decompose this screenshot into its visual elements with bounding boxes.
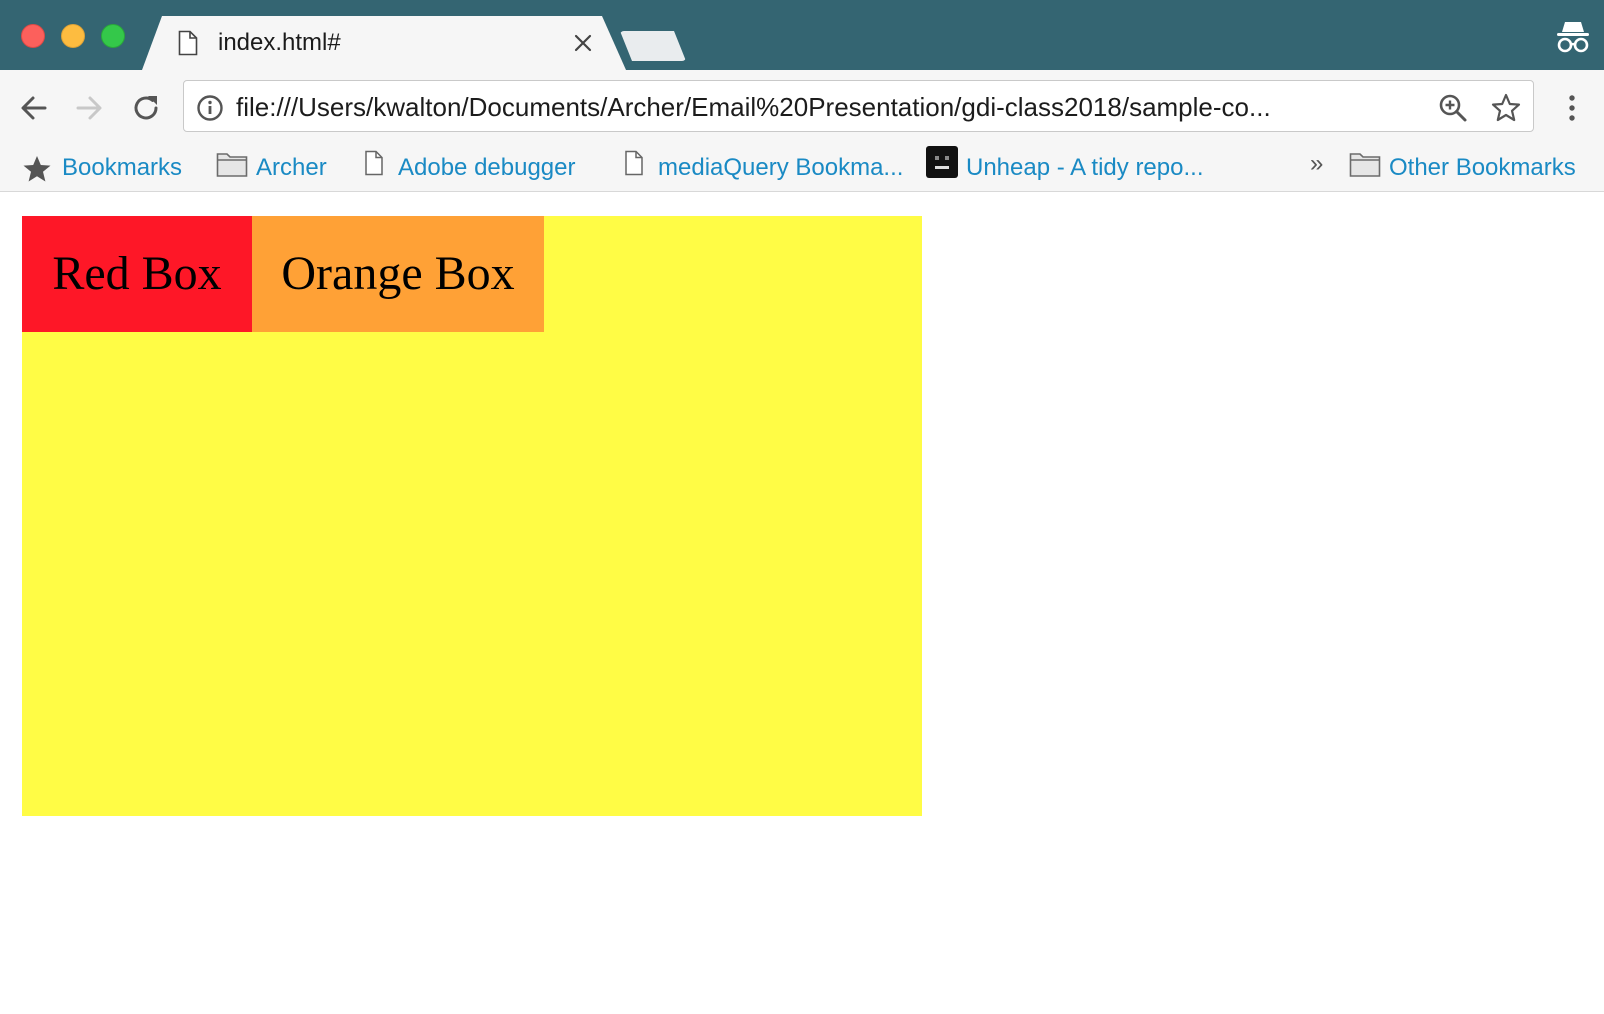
bookmark-item-mediaquery[interactable]: mediaQuery Bookma... <box>624 146 914 190</box>
bookmark-item-other-bookmarks[interactable]: Other Bookmarks <box>1349 146 1599 190</box>
window-maximize-button[interactable] <box>101 24 125 48</box>
url-text[interactable]: file:///Users/kwalton/Documents/Archer/E… <box>236 90 1406 124</box>
bookmark-label: mediaQuery Bookma... <box>658 154 904 181</box>
bookmark-label: Adobe debugger <box>398 154 576 181</box>
document-icon <box>625 150 643 176</box>
close-icon[interactable] <box>572 32 594 54</box>
bookmark-label: Unheap - A tidy repo... <box>966 154 1204 181</box>
bookmark-label: Other Bookmarks <box>1389 154 1576 181</box>
window-minimize-button[interactable] <box>61 24 85 48</box>
forward-arrow-icon[interactable] <box>72 91 106 125</box>
window-close-button[interactable] <box>21 24 45 48</box>
folder-icon <box>216 153 248 177</box>
red-box-label: Red Box <box>52 247 222 300</box>
bookmark-item-bookmarks[interactable]: Bookmarks <box>22 146 192 190</box>
zoom-in-icon[interactable] <box>1438 93 1468 123</box>
incognito-icon <box>1557 22 1589 53</box>
orange-box: Orange Box <box>252 216 544 332</box>
document-icon <box>178 30 198 56</box>
bookmark-item-adobe-debugger[interactable]: Adobe debugger <box>364 146 594 190</box>
document-icon <box>365 150 383 176</box>
unheap-favicon <box>926 146 958 178</box>
reload-icon[interactable] <box>129 91 163 125</box>
bookmark-item-unheap[interactable]: Unheap - A tidy repo... <box>926 146 1226 190</box>
bookmark-star-icon[interactable] <box>1490 92 1522 124</box>
info-icon[interactable] <box>196 94 224 122</box>
bookmarks-overflow-chevron[interactable]: » <box>1310 150 1323 178</box>
bookmark-label: Bookmarks <box>62 154 183 181</box>
tab-active[interactable] <box>142 16 626 70</box>
bookmark-label: Archer <box>256 154 327 181</box>
folder-icon <box>1349 153 1381 177</box>
tab-title: index.html# <box>218 29 341 56</box>
bookmark-item-archer[interactable]: Archer <box>216 146 338 190</box>
back-arrow-icon[interactable] <box>17 91 51 125</box>
red-box: Red Box <box>22 216 252 332</box>
more-vert-icon[interactable] <box>1562 92 1582 124</box>
orange-box-label: Orange Box <box>281 247 515 300</box>
star-icon <box>23 156 51 182</box>
